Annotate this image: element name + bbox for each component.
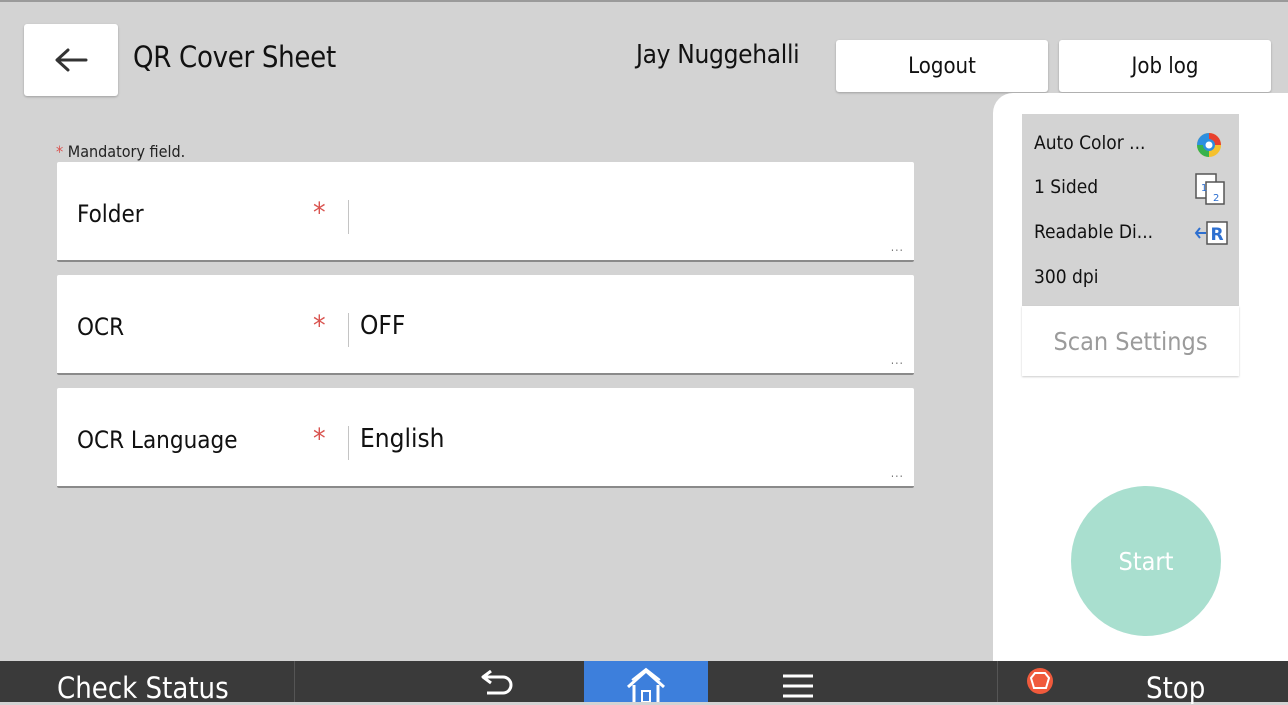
one-sided-icon: 1 2 bbox=[1194, 172, 1226, 210]
svg-text:R: R bbox=[1211, 225, 1224, 245]
bottom-bar: Check Status Stop bbox=[0, 661, 1288, 705]
scan-settings-summary[interactable]: Auto Color ... 1 Sided 1 2 Readable Di..… bbox=[1022, 114, 1239, 306]
sides-text: 1 Sided bbox=[1034, 176, 1099, 198]
page-title: QR Cover Sheet bbox=[133, 40, 336, 74]
back-button[interactable] bbox=[24, 24, 118, 96]
bottom-divider bbox=[294, 661, 295, 702]
svg-text:1: 1 bbox=[1201, 183, 1207, 194]
more-options-icon[interactable]: ... bbox=[891, 240, 904, 254]
scan-settings-button[interactable]: Scan Settings bbox=[1022, 306, 1239, 376]
color-mode-text: Auto Color ... bbox=[1034, 132, 1146, 154]
home-button[interactable] bbox=[584, 661, 708, 702]
required-asterisk: * bbox=[313, 309, 326, 342]
required-asterisk: * bbox=[313, 196, 326, 229]
top-border bbox=[0, 0, 1288, 2]
ocr-value[interactable]: OFF bbox=[360, 311, 405, 341]
ocr-language-field[interactable]: OCR Language * English ... bbox=[57, 388, 914, 488]
more-options-icon[interactable]: ... bbox=[891, 466, 904, 480]
svg-text:2: 2 bbox=[1213, 193, 1219, 204]
user-name: Jay Nuggehalli bbox=[636, 40, 800, 70]
folder-label: Folder bbox=[77, 200, 144, 228]
required-asterisk: * bbox=[313, 422, 326, 455]
more-options-icon[interactable]: ... bbox=[891, 353, 904, 367]
start-button[interactable]: Start bbox=[1071, 486, 1221, 636]
orientation-text: Readable Di... bbox=[1034, 221, 1154, 243]
menu-icon[interactable] bbox=[781, 673, 815, 703]
stop-button[interactable]: Stop bbox=[1146, 671, 1205, 705]
back-arrow-icon bbox=[55, 48, 88, 72]
required-asterisk: * bbox=[56, 142, 64, 161]
field-separator bbox=[348, 313, 349, 347]
ocr-label: OCR bbox=[77, 313, 125, 341]
logout-button[interactable]: Logout bbox=[836, 40, 1048, 92]
return-icon[interactable] bbox=[477, 669, 517, 700]
folder-field[interactable]: Folder * ... bbox=[57, 162, 914, 262]
stop-icon[interactable] bbox=[1026, 667, 1054, 699]
check-status-button[interactable]: Check Status bbox=[57, 671, 229, 705]
mandatory-note: * Mandatory field. bbox=[56, 142, 185, 161]
ocr-language-value[interactable]: English bbox=[360, 424, 444, 454]
bottom-divider bbox=[997, 661, 998, 702]
ocr-language-label: OCR Language bbox=[77, 426, 238, 454]
field-separator bbox=[348, 426, 349, 460]
auto-color-icon bbox=[1194, 130, 1224, 164]
field-separator bbox=[348, 200, 349, 234]
readable-direction-icon: R bbox=[1194, 218, 1230, 252]
home-icon bbox=[627, 667, 665, 702]
resolution-text: 300 dpi bbox=[1034, 266, 1099, 288]
mandatory-note-text: Mandatory field. bbox=[67, 142, 186, 161]
ocr-field[interactable]: OCR * OFF ... bbox=[57, 275, 914, 375]
job-log-button[interactable]: Job log bbox=[1059, 40, 1271, 92]
